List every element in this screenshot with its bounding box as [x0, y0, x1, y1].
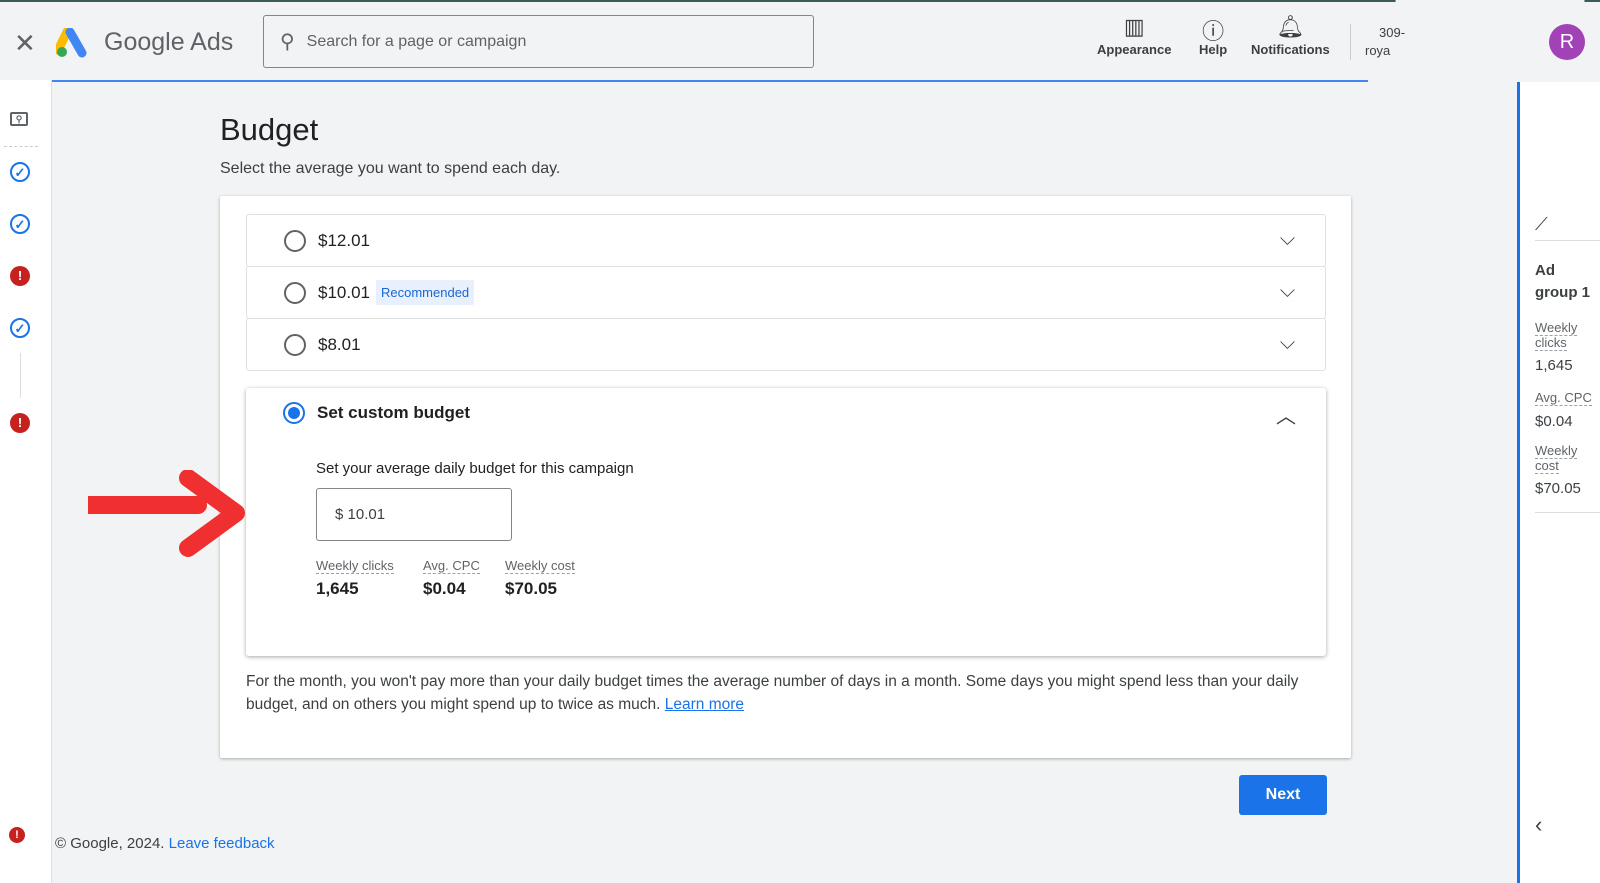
page-subtitle: Select the average you want to spend eac…	[220, 160, 561, 177]
close-icon[interactable]: ✕	[14, 30, 36, 56]
brand-name: Google Ads	[104, 28, 234, 56]
custom-budget-prompt: Set your average daily budget for this c…	[316, 460, 634, 477]
chevron-down-icon[interactable]: ⌵	[1280, 280, 1295, 303]
budget-note: For the month, you won't pay more than y…	[246, 670, 1326, 716]
chevron-down-icon[interactable]: ⌵	[1280, 332, 1295, 355]
right-summary-panel: ⟋ Ad group 1 Weekly clicks 1,645 Avg. CPC…	[1517, 82, 1600, 883]
stat-avg-cpc: Avg. CPC $0.04	[423, 558, 480, 599]
stat-value: $70.05	[1535, 480, 1581, 497]
custom-budget-panel: Set custom budget ︿ Set your average dai…	[246, 388, 1326, 656]
divider	[1535, 240, 1600, 241]
budget-option[interactable]: $8.01 ⌵	[246, 318, 1326, 371]
stat-value: $70.05	[505, 579, 557, 598]
step-complete-icon[interactable]: ✓	[10, 318, 30, 338]
stat-value: $0.04	[423, 579, 466, 598]
option-label: $12.01	[318, 230, 370, 250]
budget-input[interactable]: $ 10.01	[316, 488, 512, 541]
radio-button[interactable]	[284, 229, 306, 252]
stat-value: $0.04	[1535, 413, 1573, 430]
red-arrow-annotation	[88, 470, 245, 557]
search-placeholder: Search for a page or campaign	[306, 32, 527, 50]
stat-label: Weekly cost	[505, 558, 575, 574]
appearance-button[interactable]: ▥ Appearance	[1097, 14, 1171, 57]
account-email: roya	[1365, 43, 1391, 58]
account-id: 309-	[1379, 25, 1406, 40]
help-button[interactable]: ⓘ Help	[1199, 14, 1227, 57]
search-icon: ⚲	[280, 31, 295, 53]
notifications-button[interactable]: 🔔︎ Notifications	[1251, 14, 1330, 57]
step-complete-icon[interactable]: ✓	[10, 162, 30, 182]
budget-card: $12.01 ⌵ $10.01 Recommended ⌵ $8.01 ⌵ Set cu…	[220, 196, 1351, 758]
budget-option[interactable]: $12.01 ⌵	[246, 214, 1326, 267]
step-error-icon[interactable]: !	[10, 413, 30, 433]
divider	[20, 353, 21, 398]
step-nav: ⚲ ✓ ✓ ! ✓ ! !	[0, 80, 52, 883]
chevron-up-icon[interactable]: ︿	[1276, 400, 1296, 429]
error-icon[interactable]: !	[9, 827, 25, 843]
budget-option[interactable]: $10.01 Recommended ⌵	[246, 266, 1326, 319]
step-error-icon[interactable]: !	[10, 266, 30, 286]
next-button[interactable]: Next	[1239, 775, 1327, 815]
custom-budget-label: Set custom budget	[317, 403, 471, 422]
radio-button-selected[interactable]	[283, 402, 305, 424]
google-ads-logo	[56, 28, 87, 58]
collapse-chevron-icon[interactable]: ‹	[1535, 812, 1542, 838]
option-label: $8.01	[318, 334, 361, 354]
page-title: Budget	[220, 112, 319, 147]
option-label: $10.01	[318, 282, 370, 302]
divider	[4, 146, 38, 147]
stat-value: 1,645	[1535, 357, 1573, 374]
leave-feedback-link[interactable]: Leave feedback	[169, 835, 275, 852]
note-text: For the month, you won't pay more than y…	[246, 673, 1299, 713]
stat-label: Weekly cost	[1535, 443, 1578, 474]
divider	[1535, 512, 1600, 513]
copyright: © Google, 2024.	[55, 835, 165, 852]
stat-weekly-cost: Weekly cost $70.05	[505, 558, 575, 599]
main-content: Budget Select the average you want to sp…	[52, 82, 1517, 883]
custom-budget-option[interactable]: Set custom budget	[283, 402, 470, 424]
appearance-icon: ▥	[1123, 14, 1145, 39]
footer: © Google, 2024. Leave feedback	[55, 835, 275, 852]
help-label: Help	[1199, 42, 1228, 57]
account-info[interactable]: 309- roya	[1350, 24, 1405, 60]
stat-value: 1,645	[316, 579, 359, 598]
help-icon: ⓘ	[1202, 19, 1225, 44]
recommended-badge: Recommended	[376, 280, 475, 305]
bell-icon: 🔔︎	[1276, 14, 1305, 39]
stat-label: Avg. CPC	[1535, 390, 1592, 406]
notifications-label: Notifications	[1251, 42, 1330, 57]
step-complete-icon[interactable]: ✓	[10, 214, 30, 234]
search-input[interactable]: ⚲ Search for a page or campaign	[263, 15, 814, 68]
chevron-down-icon[interactable]: ⌵	[1280, 228, 1295, 251]
stat-label: Avg. CPC	[423, 558, 480, 574]
stat-label: Weekly clicks	[1535, 320, 1578, 351]
stat-label: Weekly clicks	[316, 558, 394, 574]
radio-button[interactable]	[284, 333, 306, 356]
stat-weekly-clicks: Weekly clicks 1,645	[316, 558, 394, 599]
appearance-label: Appearance	[1097, 42, 1172, 57]
learn-more-link[interactable]: Learn more	[665, 696, 744, 713]
avatar[interactable]: R	[1549, 24, 1585, 60]
radio-button[interactable]	[284, 281, 306, 304]
trend-icon: ⟋	[1535, 214, 1548, 234]
search-campaign-icon[interactable]: ⚲	[10, 112, 28, 126]
ad-group-title: Ad group 1	[1535, 262, 1590, 301]
header: ✕ Google Ads ⚲ Search for a page or campa…	[0, 2, 1600, 80]
